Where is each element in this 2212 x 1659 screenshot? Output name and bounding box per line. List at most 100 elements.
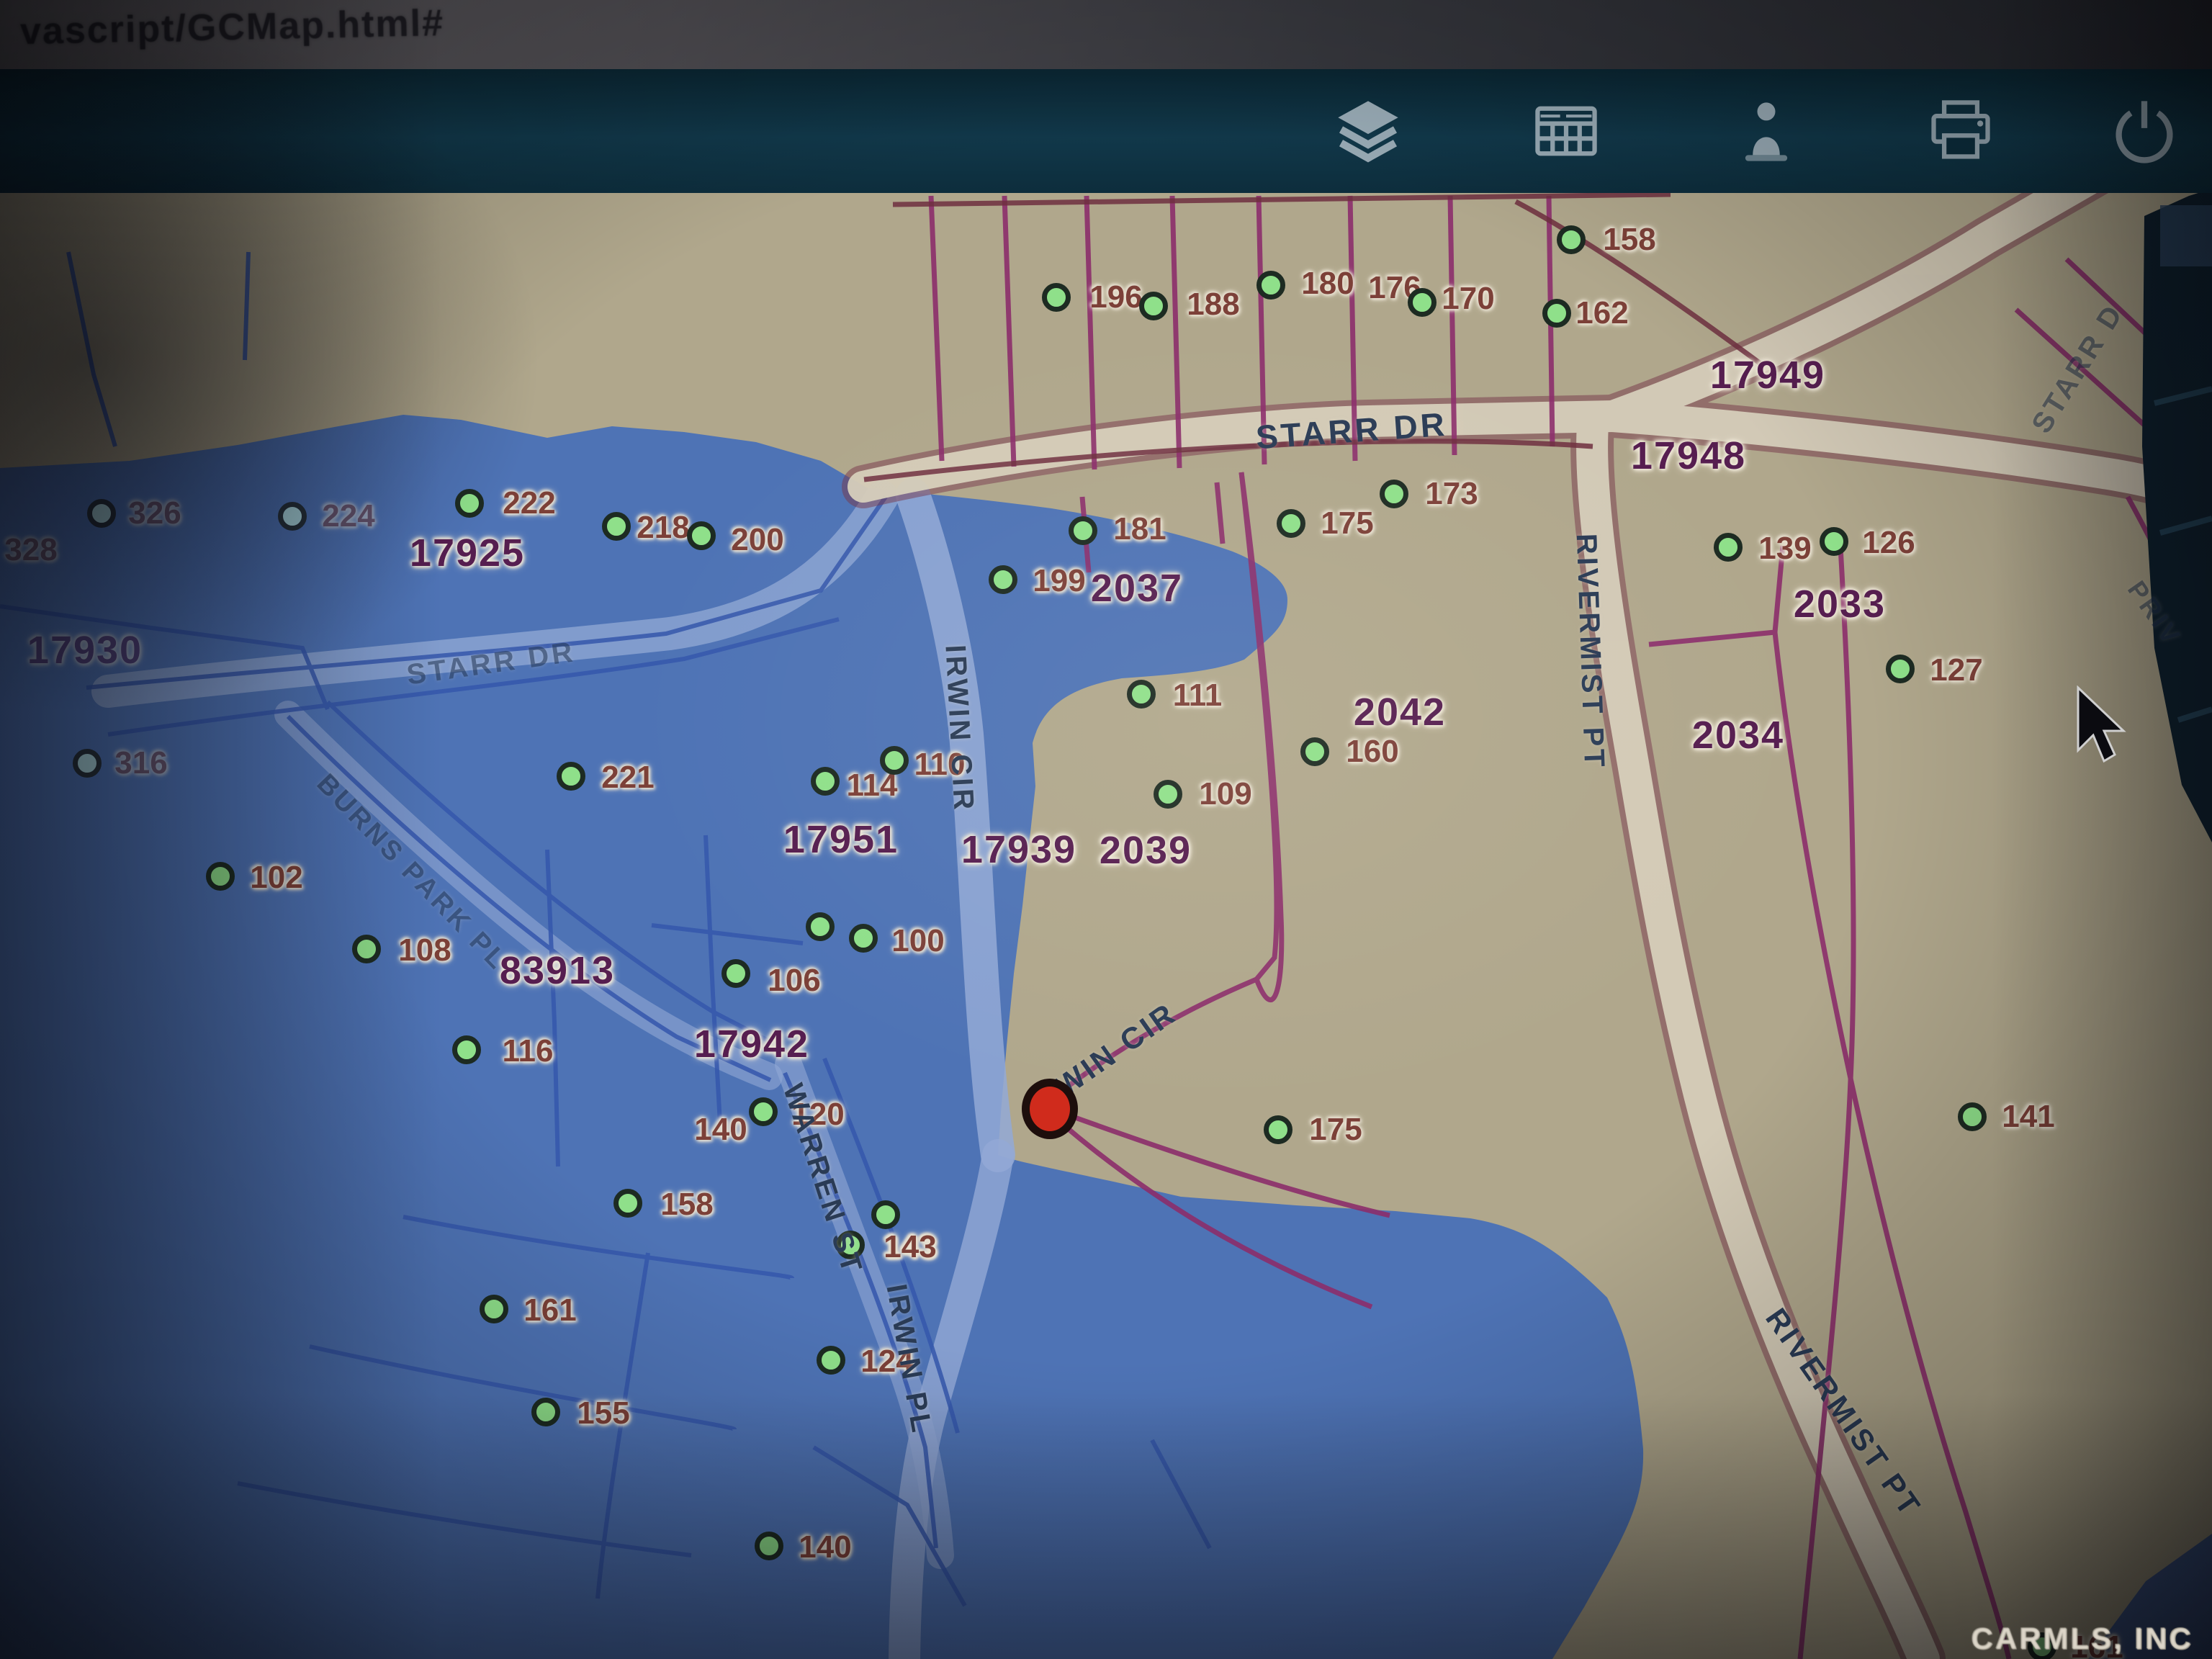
- address-dot: [749, 1097, 778, 1126]
- address-label: 116: [503, 1033, 554, 1069]
- address-dot: [811, 767, 840, 796]
- address-dot: [557, 762, 585, 791]
- address-label: 158: [1603, 222, 1655, 258]
- watermark: CARMLS, INC: [1972, 1622, 2193, 1656]
- address-dot: [849, 924, 878, 953]
- power-icon[interactable]: [2108, 95, 2180, 167]
- address-label: 316: [114, 745, 167, 781]
- address-dot: [206, 862, 235, 891]
- address-dot: [1139, 292, 1168, 320]
- address-dot: [73, 749, 102, 778]
- parcel-label: 17942: [694, 1022, 809, 1066]
- parcel-label: 2037: [1091, 566, 1183, 611]
- address-label: 173: [1425, 476, 1478, 512]
- address-label: 175: [1321, 505, 1373, 541]
- address-label: 221: [601, 760, 654, 796]
- address-dot: [602, 512, 631, 541]
- address-dot: [1300, 737, 1329, 766]
- address-bar[interactable]: vascript/GCMap.html#: [19, 1, 444, 53]
- parcel-label: 2034: [1692, 713, 1784, 757]
- address-label: 109: [1199, 776, 1251, 812]
- parcel-label: 2033: [1794, 582, 1886, 626]
- address-label: 139: [1758, 531, 1811, 567]
- address-dot: [1380, 480, 1408, 508]
- layers-icon[interactable]: [1332, 95, 1404, 167]
- address-dot: [613, 1189, 642, 1218]
- parcel-label: 17951: [783, 817, 899, 862]
- parcel-label: 2042: [1354, 690, 1446, 734]
- address-dot: [1042, 283, 1071, 312]
- street-label: STARR DR: [1254, 405, 1448, 457]
- address-dot: [1714, 533, 1743, 562]
- address-dot: [1958, 1102, 1987, 1131]
- browser-chrome: vascript/GCMap.html#: [0, 0, 2212, 72]
- address-label: 140: [799, 1529, 851, 1565]
- locate-person-icon[interactable]: [1730, 95, 1802, 167]
- parcel-label: 17949: [1710, 353, 1825, 397]
- address-label: 181: [1113, 511, 1166, 547]
- parcel-label: 17930: [27, 628, 143, 673]
- address-label: 141: [2002, 1099, 2054, 1135]
- street-label: IRWIN CIR: [938, 644, 979, 813]
- address-label: 158: [660, 1187, 713, 1223]
- street-label: STARR D: [2026, 298, 2131, 439]
- address-dot: [806, 912, 835, 941]
- address-dot: [1154, 780, 1182, 809]
- address-label: 326: [128, 495, 181, 531]
- parcel-label: 17948: [1631, 433, 1746, 478]
- address-label: 222: [503, 485, 555, 521]
- street-label: RIVERMIST PT: [1570, 533, 1610, 770]
- address-dot: [880, 746, 909, 775]
- address-label: 224: [322, 498, 374, 534]
- parcel-label: 83913: [500, 948, 615, 993]
- address-dot: [1820, 527, 1848, 556]
- address-dot: [1886, 655, 1915, 683]
- address-dot: [1069, 516, 1097, 545]
- address-dot: [1277, 509, 1305, 538]
- address-dot: [817, 1346, 845, 1375]
- address-label: 102: [250, 860, 302, 896]
- address-label: 188: [1187, 287, 1239, 323]
- address-label: 170: [1442, 281, 1494, 317]
- address-dot: [452, 1035, 481, 1064]
- address-dot: [871, 1200, 900, 1229]
- address-dot: [1127, 680, 1156, 709]
- address-label: 162: [1575, 295, 1628, 331]
- address-dot: [1264, 1115, 1292, 1144]
- address-dot: [87, 499, 116, 528]
- street-label: PRIV: [2121, 575, 2188, 652]
- address-label: 161: [523, 1292, 576, 1328]
- address-dot: [278, 502, 307, 531]
- map-labels: 1961881801761701581622222182002243263281…: [0, 193, 2212, 1659]
- address-label: 160: [1346, 734, 1398, 770]
- address-dot: [989, 565, 1017, 594]
- address-label: 100: [891, 923, 944, 959]
- selected-marker[interactable]: [1022, 1079, 1078, 1139]
- map-toolbar: [0, 69, 2212, 195]
- address-dot: [455, 489, 484, 518]
- address-dot: [480, 1295, 508, 1323]
- street-label: STARR DR: [405, 636, 577, 691]
- table-icon[interactable]: [1530, 95, 1602, 167]
- print-icon[interactable]: [1925, 95, 1997, 167]
- address-dot: [531, 1398, 560, 1426]
- address-dot: [352, 935, 381, 963]
- address-label: 196: [1089, 279, 1142, 315]
- address-label: 328: [4, 532, 57, 568]
- address-label: 200: [731, 522, 783, 558]
- address-label: 199: [1033, 563, 1085, 599]
- address-dot: [1256, 271, 1285, 300]
- address-label: 126: [1862, 525, 1915, 561]
- address-dot: [1408, 288, 1437, 317]
- address-label: 140: [694, 1112, 747, 1148]
- screen-photo: vascript/GCMap.html#: [0, 0, 2212, 1659]
- map-canvas[interactable]: 1961881801761701581622222182002243263281…: [0, 193, 2212, 1659]
- address-dot: [687, 521, 716, 550]
- address-dot: [1557, 225, 1586, 254]
- address-label: 155: [577, 1395, 629, 1431]
- address-label: 218: [637, 510, 689, 546]
- address-label: 143: [884, 1229, 936, 1265]
- address-label: 106: [768, 963, 820, 999]
- address-label: 175: [1309, 1112, 1362, 1148]
- parcel-label: 2039: [1100, 828, 1192, 873]
